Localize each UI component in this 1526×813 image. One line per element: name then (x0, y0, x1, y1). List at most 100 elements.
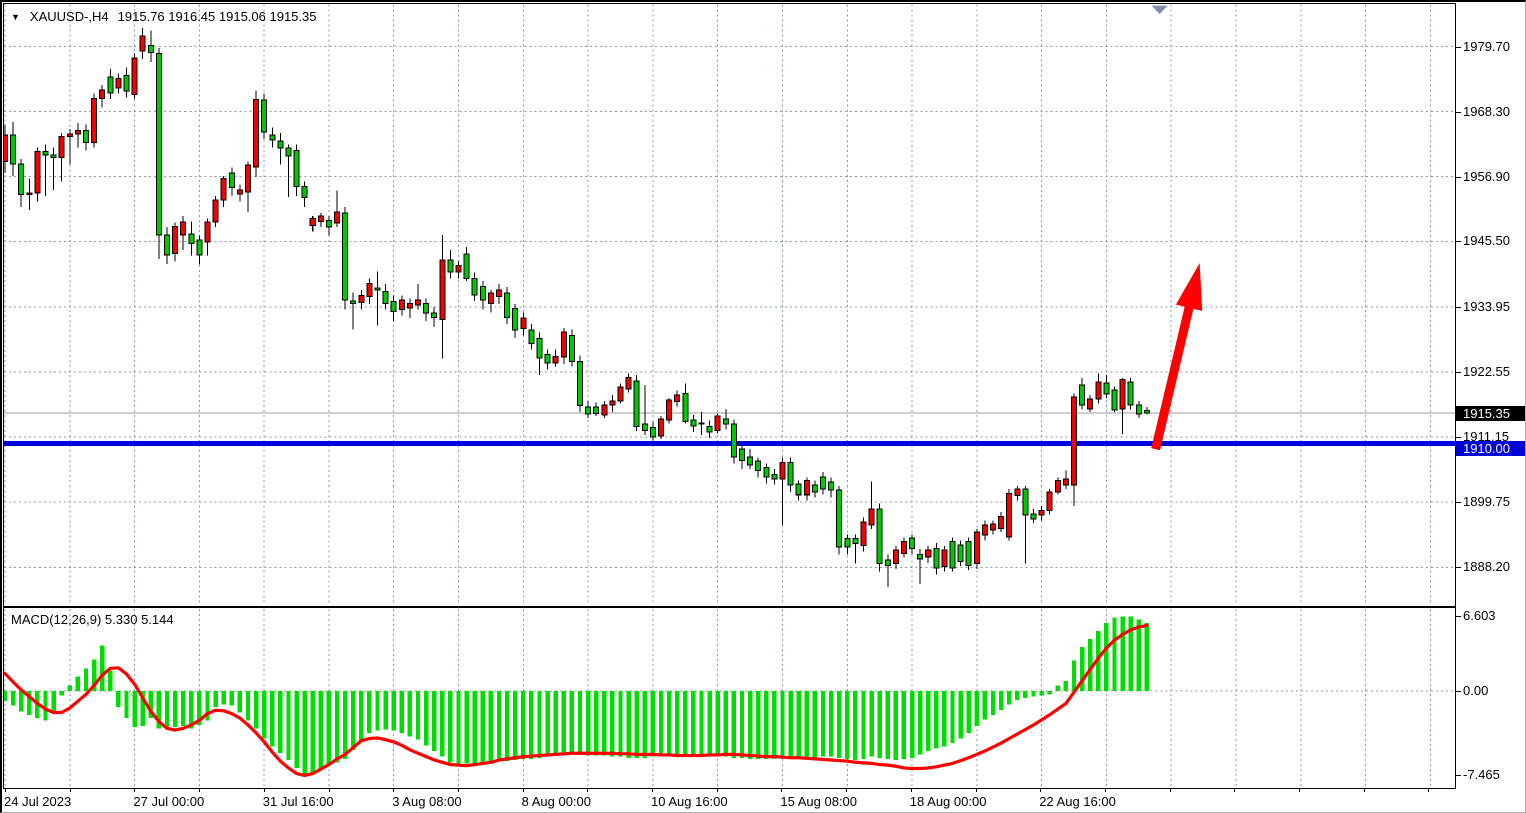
macd-histogram-bar (659, 691, 663, 757)
bull-candle (618, 387, 623, 401)
bear-candle (812, 485, 817, 492)
bull-candle (116, 79, 121, 89)
macd-histogram-bar (343, 691, 347, 759)
bear-candle (391, 302, 396, 312)
bear-candle (934, 548, 939, 568)
macd-histogram-bar (1007, 691, 1011, 705)
bear-candle (650, 428, 655, 438)
bear-candle (699, 423, 704, 424)
macd-histogram-bar (456, 691, 460, 763)
bear-candle (1104, 383, 1109, 394)
symbol-period-label: XAUUSD-,H4 (30, 9, 109, 24)
macd-histogram-bar (942, 691, 946, 746)
macd-histogram-bar (845, 691, 849, 759)
bear-candle (189, 234, 194, 244)
macd-histogram-bar (958, 691, 962, 739)
macd-histogram-bar (246, 691, 250, 720)
macd-histogram-bar (643, 691, 647, 758)
time-axis-label: 18 Aug 00:00 (910, 794, 987, 809)
price-axis-tick (1456, 307, 1461, 308)
bull-candle (213, 200, 218, 222)
macd-histogram-bar (464, 691, 468, 763)
price-chart-canvas[interactable] (4, 4, 1455, 606)
bull-candle (926, 550, 931, 557)
macd-histogram-bar (116, 691, 120, 707)
macd-indicator-label: MACD(12,26,9) 5.330 5.144 (11, 612, 174, 627)
macd-axis-label: -7.465 (1463, 767, 1500, 782)
symbol-dropdown-icon[interactable]: ▼ (11, 12, 20, 22)
bull-candle (318, 216, 323, 222)
bear-candle (885, 560, 890, 565)
macd-axis-tick (1456, 616, 1461, 617)
macd-histogram-bar (383, 691, 387, 729)
macd-histogram-bar (764, 691, 768, 759)
bull-candle (974, 532, 979, 564)
macd-histogram-bar (788, 691, 792, 758)
bear-candle (383, 291, 388, 303)
bull-candle (1063, 479, 1068, 485)
bear-candle (148, 46, 153, 53)
macd-indicator-panel[interactable]: MACD(12,26,9) 5.330 5.144 (3, 607, 1456, 789)
macd-histogram-bar (4, 691, 7, 701)
chart-shift-marker-icon[interactable] (1152, 6, 1168, 15)
macd-histogram-bar (351, 691, 355, 750)
bull-candle (675, 395, 680, 401)
bear-candle (748, 457, 753, 465)
main-price-chart[interactable]: ▼ XAUUSD-,H4 1915.76 1916.45 1915.06 191… (3, 3, 1456, 607)
macd-histogram-bar (424, 691, 428, 745)
macd-histogram-bar (84, 668, 88, 691)
bear-candle (1144, 411, 1149, 413)
bear-candle (853, 539, 858, 544)
time-axis-label: 31 Jul 16:00 (263, 794, 334, 809)
current-price-badge: 1915.35 (1456, 406, 1526, 421)
macd-histogram-bar (894, 691, 898, 760)
macd-histogram-bar (724, 691, 728, 757)
macd-histogram-bar (165, 691, 169, 729)
bear-candle (286, 148, 291, 156)
bull-candle (999, 516, 1004, 528)
bull-candle (59, 137, 64, 158)
macd-histogram-bar (238, 691, 242, 712)
macd-histogram-bar (821, 691, 825, 757)
macd-histogram-bar (505, 691, 509, 761)
macd-histogram-bar (1145, 623, 1149, 691)
macd-histogram-bar (934, 691, 938, 749)
ohlc-readout: 1915.76 1916.45 1915.06 1915.35 (118, 9, 317, 24)
bear-candle (326, 220, 331, 227)
macd-histogram-bar (19, 691, 23, 711)
bear-candle (537, 339, 542, 358)
macd-histogram-bar (1031, 691, 1035, 697)
macd-histogram-bar (910, 691, 914, 758)
macd-histogram-bar (513, 691, 517, 760)
bull-candle (715, 416, 720, 430)
bear-candle (788, 462, 793, 485)
macd-histogram-bar (1104, 623, 1108, 691)
bull-candle (1055, 481, 1060, 492)
up-arrow[interactable] (1156, 263, 1203, 449)
bull-candle (407, 303, 412, 308)
bear-candle (108, 77, 113, 93)
macd-histogram-bar (578, 691, 582, 754)
macd-histogram-bar (651, 691, 655, 757)
bear-candle (569, 335, 574, 361)
chart-window: ▼ XAUUSD-,H4 1915.76 1916.45 1915.06 191… (0, 0, 1526, 813)
symbol-header: ▼ XAUUSD-,H4 1915.76 1916.45 1915.06 191… (11, 9, 316, 24)
bear-candle (472, 278, 477, 295)
bear-candle (83, 130, 88, 142)
bull-candle (991, 524, 996, 530)
price-axis-tick (1456, 47, 1461, 48)
bull-candle (497, 290, 502, 297)
bear-candle (343, 213, 348, 300)
macd-canvas[interactable] (4, 608, 1455, 788)
bear-candle (375, 288, 380, 290)
macd-histogram-bar (1015, 691, 1019, 700)
bull-candle (132, 58, 137, 94)
macd-histogram-bar (829, 691, 833, 757)
macd-histogram-bar (311, 691, 315, 774)
macd-histogram-bar (1120, 616, 1124, 691)
macd-histogram-bar (926, 691, 930, 751)
bear-candle (351, 301, 356, 303)
bear-candle (1031, 514, 1036, 519)
bear-candle (586, 407, 591, 414)
time-axis-label: 27 Jul 00:00 (133, 794, 204, 809)
